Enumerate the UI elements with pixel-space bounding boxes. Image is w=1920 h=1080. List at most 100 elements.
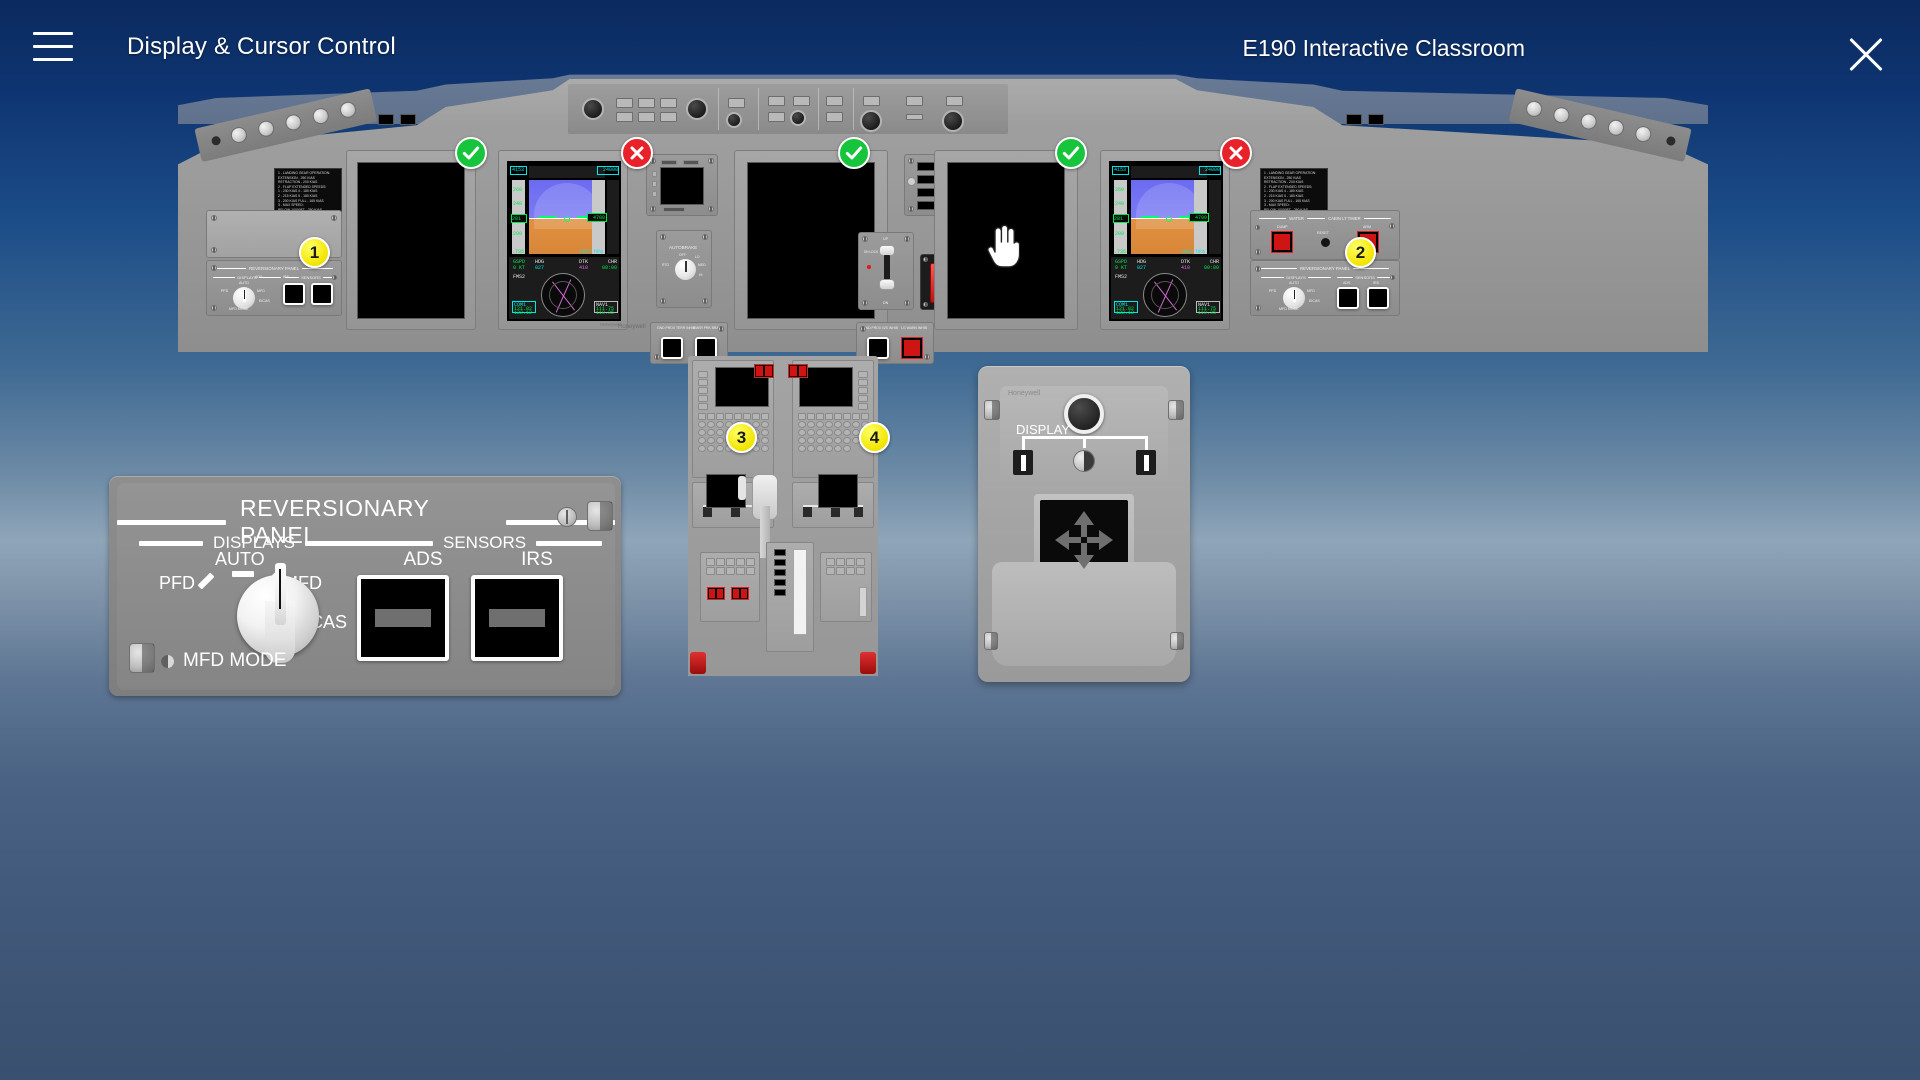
rmu-key[interactable] <box>652 171 657 177</box>
lg-warn-inhib-button[interactable] <box>901 337 923 359</box>
captain-pfd-screen[interactable]: 4153 260 240 200 281 24000 4700 1013 hPa… <box>507 161 621 321</box>
fgcp-knob[interactable] <box>686 98 708 120</box>
pedestal-module-right[interactable] <box>820 552 872 622</box>
cdu-key[interactable] <box>698 437 706 444</box>
cdu-key[interactable] <box>716 421 724 428</box>
rmu-knob[interactable] <box>907 177 916 186</box>
landing-gear-panel[interactable]: UP DN LOCK REL DN <box>858 232 914 310</box>
ccd-switch-right[interactable] <box>1136 450 1156 475</box>
cdu-key[interactable] <box>716 429 724 436</box>
ccd-module-switch[interactable] <box>731 507 740 517</box>
fo-reversionary-panel[interactable]: REVERSIONARY PANEL DISPLAYS SENSORS AUTO… <box>1250 260 1400 316</box>
cdu-key[interactable] <box>707 445 715 452</box>
reset-button[interactable] <box>1321 238 1330 247</box>
hotspot-2-first-officer-reversionary-panel[interactable]: 2 <box>1345 237 1376 268</box>
pedestal-module-left[interactable] <box>700 552 760 622</box>
pedestal-module-keys[interactable] <box>706 558 755 575</box>
cdu-key[interactable] <box>858 403 868 410</box>
cdu-key[interactable] <box>843 445 851 452</box>
cdu-key[interactable] <box>716 445 724 452</box>
cdu-key[interactable] <box>807 421 815 428</box>
cdu-key[interactable] <box>698 403 708 410</box>
cdu-key[interactable] <box>834 413 842 420</box>
radio-management-unit-left[interactable] <box>646 154 718 216</box>
cdu-key[interactable] <box>698 379 708 386</box>
mini-irs-button[interactable] <box>1367 287 1389 309</box>
pedestal-key[interactable] <box>826 558 835 566</box>
glareshield-knob[interactable] <box>229 125 249 145</box>
ccd-right-touchpad[interactable] <box>818 474 858 508</box>
pedestal-key[interactable] <box>856 567 865 575</box>
flap-lever[interactable] <box>738 476 746 500</box>
captain-reversionary-panel[interactable]: REVERSIONARY PANEL DISPLAYS SENSORS AUTO… <box>206 260 342 316</box>
glareshield-knob[interactable] <box>283 112 304 133</box>
cdu-key[interactable] <box>716 437 724 444</box>
cdu-key[interactable] <box>834 445 842 452</box>
pedestal-key[interactable] <box>716 558 725 566</box>
pedestal-key[interactable] <box>826 567 835 575</box>
ccd-module-switch[interactable] <box>803 507 812 517</box>
cdu-key[interactable] <box>861 413 869 420</box>
fgcp-switch[interactable] <box>793 96 810 106</box>
mini-ads-button[interactable] <box>283 283 305 305</box>
cdu-right-keypad[interactable] <box>798 413 869 452</box>
autobrake-panel[interactable]: AUTOBRAKE OFF LO MED HI RTO <box>656 230 712 308</box>
cdu-key[interactable] <box>698 371 708 378</box>
hamburger-menu-icon[interactable] <box>33 32 73 62</box>
fgcp-switch[interactable] <box>638 112 655 122</box>
cdu-key[interactable] <box>858 379 868 386</box>
cdu-key[interactable] <box>698 421 706 428</box>
cdu-key[interactable] <box>858 395 868 402</box>
fgcp-knob[interactable] <box>790 110 806 126</box>
mini-reversion-knob[interactable] <box>1283 287 1305 309</box>
fgcp-switch[interactable] <box>863 96 880 106</box>
cdu-left-side-keys[interactable] <box>698 371 708 410</box>
rmu-key[interactable] <box>683 160 699 165</box>
fire-shutoff-lever-left[interactable] <box>690 652 706 674</box>
cdu-key[interactable] <box>798 445 806 452</box>
cdu-key[interactable] <box>852 413 860 420</box>
center-eicas-screen[interactable] <box>747 162 875 319</box>
cdu-key[interactable] <box>825 445 833 452</box>
glareshield-knob[interactable] <box>256 119 276 139</box>
glareshield-knob[interactable] <box>1551 105 1571 125</box>
fgcp-switch[interactable] <box>826 112 843 122</box>
close-icon[interactable] <box>1842 30 1890 78</box>
rmu-key[interactable] <box>652 181 657 187</box>
cdu-key[interactable] <box>858 387 868 394</box>
pedestal-key[interactable] <box>846 567 855 575</box>
cdu-key[interactable] <box>825 413 833 420</box>
pedestal-module-center[interactable] <box>766 542 814 652</box>
ccd-switch-left[interactable] <box>1013 450 1033 475</box>
mfd-mode-pushbutton[interactable] <box>161 655 174 668</box>
cdu-right-side-keys[interactable] <box>858 371 868 410</box>
pedestal-key[interactable] <box>746 558 755 566</box>
pedestal-key[interactable] <box>736 567 745 575</box>
fgcp-switch[interactable] <box>638 98 655 108</box>
water-cabin-lt-timer-panel[interactable]: WATER CABIN LT TIMER DUMP ARM RESET <box>1250 210 1400 260</box>
pedestal-key[interactable] <box>846 558 855 566</box>
pedestal-key[interactable] <box>706 567 715 575</box>
cdu-key[interactable] <box>834 437 842 444</box>
pedestal-slider[interactable] <box>859 587 867 617</box>
pedestal-warning-light[interactable] <box>754 364 774 378</box>
pedestal-key[interactable] <box>726 567 735 575</box>
fo-pfd-screen[interactable]: 4153 260 240 200 281 24000 4700 1013 hPa… <box>1109 161 1223 321</box>
cdu-key[interactable] <box>816 421 824 428</box>
cdu-key[interactable] <box>734 413 742 420</box>
pedestal-key[interactable] <box>736 558 745 566</box>
cdu-key[interactable] <box>698 413 706 420</box>
pedestal-key[interactable] <box>836 567 845 575</box>
pedestal-key[interactable] <box>746 567 755 575</box>
ccd-rotary-knob[interactable] <box>1064 394 1104 434</box>
cdu-key[interactable] <box>843 413 851 420</box>
cdu-key[interactable] <box>843 429 851 436</box>
cdu-key[interactable] <box>761 445 769 452</box>
fgcp-knob[interactable] <box>860 110 882 132</box>
cdu-key[interactable] <box>761 421 769 428</box>
ccd-module-switch[interactable] <box>703 507 712 517</box>
cdu-key[interactable] <box>816 413 824 420</box>
cdu-key[interactable] <box>798 421 806 428</box>
cdu-key[interactable] <box>725 413 733 420</box>
pedestal-module-keys[interactable] <box>826 558 865 575</box>
